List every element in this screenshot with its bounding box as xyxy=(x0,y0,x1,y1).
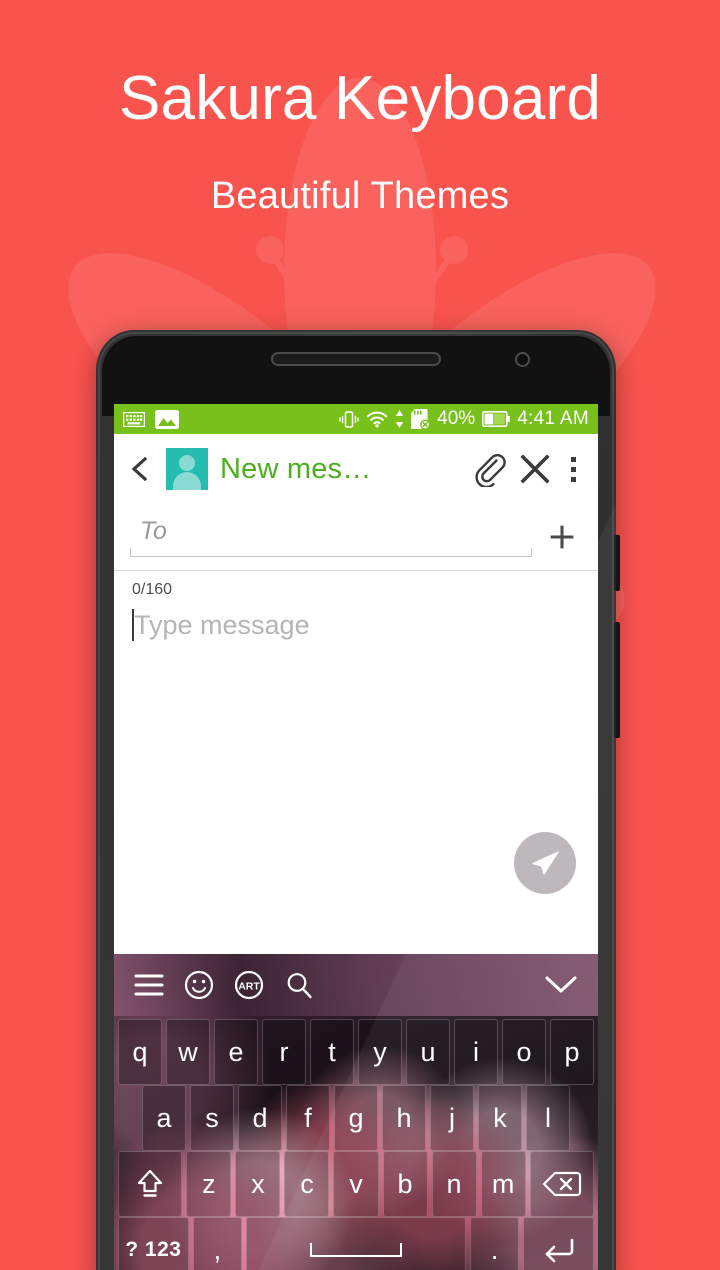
recipient-underline xyxy=(130,548,532,557)
key-r[interactable]: r xyxy=(262,1019,306,1085)
svg-text:ART: ART xyxy=(238,981,260,993)
phone-screen: 40% 4:41 AM New mes… To 0/160 Type messa… xyxy=(114,404,598,1270)
keyboard-row-1: q w e r t y u i o p xyxy=(116,1019,596,1085)
key-u[interactable]: u xyxy=(406,1019,450,1085)
status-bar-left xyxy=(123,409,179,429)
phone-mockup: 40% 4:41 AM New mes… To 0/160 Type messa… xyxy=(96,330,620,1270)
key-q[interactable]: q xyxy=(118,1019,162,1085)
key-h[interactable]: h xyxy=(382,1085,426,1151)
keyboard-toolbar: ART xyxy=(114,954,598,1016)
message-compose-area: 0/160 Type message xyxy=(114,571,598,916)
key-v[interactable]: v xyxy=(333,1151,379,1217)
avatar-head xyxy=(179,455,195,471)
key-y[interactable]: y xyxy=(358,1019,402,1085)
art-icon[interactable]: ART xyxy=(234,970,264,1000)
key-o[interactable]: o xyxy=(502,1019,546,1085)
key-n[interactable]: n xyxy=(431,1151,477,1217)
vibrate-icon xyxy=(339,410,359,428)
recipient-row: To xyxy=(114,504,598,570)
recipient-placeholder: To xyxy=(140,517,167,545)
key-g[interactable]: g xyxy=(334,1085,378,1151)
hamburger-menu-icon[interactable] xyxy=(134,973,164,997)
enter-key[interactable] xyxy=(523,1217,595,1270)
gallery-icon xyxy=(155,409,179,429)
headline-block: Sakura Keyboard Beautiful Themes xyxy=(0,0,720,218)
on-screen-keyboard: ART q w e r t y u i o p a s d f g h j k … xyxy=(114,954,598,1270)
key-k[interactable]: k xyxy=(478,1085,522,1151)
page-title: New mes… xyxy=(220,452,372,485)
chevron-down-icon[interactable] xyxy=(544,974,578,996)
close-icon[interactable] xyxy=(519,453,551,485)
key-j[interactable]: j xyxy=(430,1085,474,1151)
sd-card-error-icon xyxy=(411,409,431,429)
backspace-icon xyxy=(542,1171,581,1197)
message-input[interactable]: Type message xyxy=(114,599,598,645)
volume-button[interactable] xyxy=(614,622,620,738)
wifi-icon xyxy=(366,411,388,428)
key-b[interactable]: b xyxy=(382,1151,428,1217)
key-x[interactable]: x xyxy=(235,1151,281,1217)
avatar[interactable] xyxy=(166,448,208,490)
battery-percent-label: 40% xyxy=(437,408,476,429)
send-button[interactable] xyxy=(514,832,576,894)
recipient-input[interactable]: To xyxy=(130,515,532,559)
power-button[interactable] xyxy=(614,535,620,591)
key-l[interactable]: l xyxy=(526,1085,570,1151)
key-c[interactable]: c xyxy=(284,1151,330,1217)
backspace-key[interactable] xyxy=(529,1151,594,1217)
send-paper-plane-icon xyxy=(532,851,559,875)
page-subtitle: Beautiful Themes xyxy=(210,175,510,218)
key-p[interactable]: p xyxy=(550,1019,594,1085)
keyboard-icon xyxy=(123,411,145,427)
add-recipient-button[interactable] xyxy=(542,517,582,557)
symbols-key[interactable]: ? 123 xyxy=(118,1217,189,1270)
key-d[interactable]: d xyxy=(238,1085,282,1151)
shift-key[interactable] xyxy=(118,1151,183,1217)
overflow-menu-icon[interactable] xyxy=(563,456,584,482)
key-f[interactable]: f xyxy=(286,1085,330,1151)
data-arrows-icon xyxy=(395,410,404,428)
smiley-icon[interactable] xyxy=(184,970,214,1000)
paperclip-icon[interactable] xyxy=(471,451,507,487)
earpiece-speaker xyxy=(271,352,441,366)
keyboard-row-4: ? 123 , . xyxy=(116,1217,596,1270)
key-s[interactable]: s xyxy=(190,1085,234,1151)
search-icon[interactable] xyxy=(284,970,314,1000)
keyboard-row-3: z x c v b n m xyxy=(116,1151,596,1217)
key-w[interactable]: w xyxy=(166,1019,210,1085)
key-i[interactable]: i xyxy=(454,1019,498,1085)
spacebar-mark xyxy=(310,1243,402,1257)
status-time-label: 4:41 AM xyxy=(517,408,589,429)
back-chevron-icon[interactable] xyxy=(128,456,154,482)
app-bar: New mes… xyxy=(114,434,598,504)
key-e[interactable]: e xyxy=(214,1019,258,1085)
page-title: Sakura Keyboard xyxy=(118,64,602,133)
battery-icon xyxy=(482,411,510,427)
key-t[interactable]: t xyxy=(310,1019,354,1085)
period-key[interactable]: . xyxy=(469,1217,520,1270)
phone-body: 40% 4:41 AM New mes… To 0/160 Type messa… xyxy=(96,330,616,1270)
comma-key[interactable]: , xyxy=(192,1217,243,1270)
keyboard-row-2: a s d f g h j k l xyxy=(116,1085,596,1151)
message-placeholder: Type message xyxy=(134,610,310,640)
key-a[interactable]: a xyxy=(142,1085,186,1151)
status-bar-right: 40% 4:41 AM xyxy=(339,408,589,430)
key-m[interactable]: m xyxy=(480,1151,526,1217)
space-key[interactable] xyxy=(246,1217,466,1270)
keyboard-key-rows: q w e r t y u i o p a s d f g h j k l z … xyxy=(114,1016,598,1270)
avatar-body xyxy=(173,472,201,490)
key-z[interactable]: z xyxy=(186,1151,232,1217)
front-camera-icon xyxy=(515,352,530,367)
status-bar: 40% 4:41 AM xyxy=(114,404,598,434)
enter-icon xyxy=(545,1238,573,1263)
char-counter: 0/160 xyxy=(132,581,173,598)
shift-icon xyxy=(138,1169,163,1197)
promo-page: Sakura Keyboard Beautiful Themes 40% 4:4… xyxy=(0,0,720,1270)
